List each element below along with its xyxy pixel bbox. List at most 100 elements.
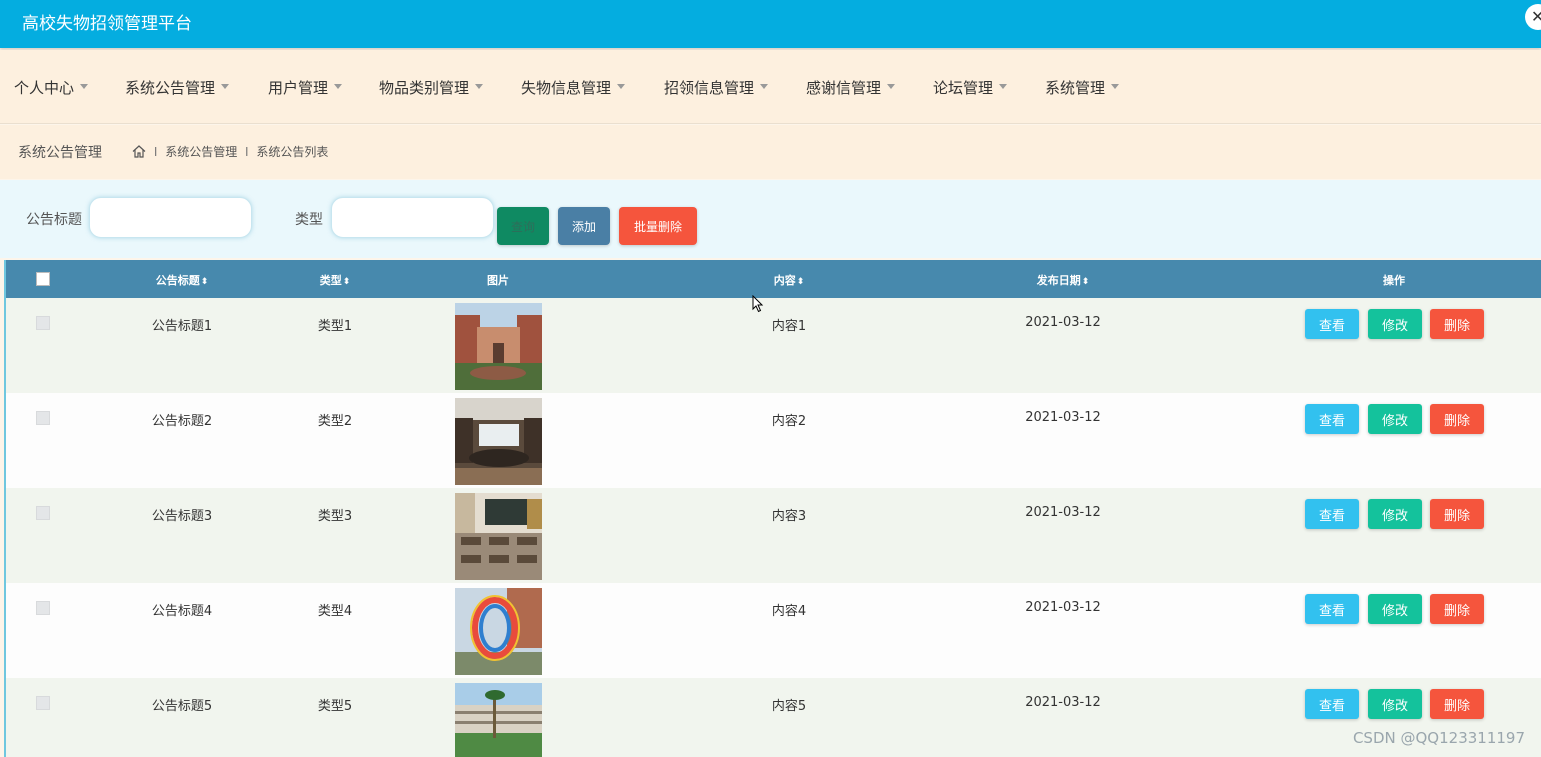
- cell-type: 类型4: [317, 604, 353, 619]
- delete-button[interactable]: 删除: [1430, 594, 1484, 624]
- cell-title: 公告标题1: [151, 319, 213, 334]
- chevron-down-icon: [221, 84, 230, 89]
- breadcrumb-item[interactable]: 系统公告管理: [165, 145, 237, 159]
- sort-icon: ⬍: [796, 277, 805, 287]
- cell-type: 类型1: [317, 319, 353, 334]
- nav-item-system[interactable]: 系统管理: [1045, 77, 1120, 98]
- view-button[interactable]: 查看: [1305, 404, 1359, 434]
- view-button[interactable]: 查看: [1305, 499, 1359, 529]
- nav-item-thank-letters[interactable]: 感谢信管理: [806, 77, 896, 98]
- breadcrumb-item: 系统公告列表: [256, 145, 329, 159]
- column-header-image: 图片: [487, 274, 509, 287]
- query-button[interactable]: 查询: [497, 207, 549, 245]
- announcement-image: [455, 398, 542, 485]
- watermark: CSDN @QQ123311197: [1352, 729, 1525, 747]
- cell-title: 公告标题3: [151, 509, 213, 524]
- breadcrumb: I 系统公告管理 I 系统公告列表: [132, 143, 328, 161]
- row-checkbox[interactable]: [36, 316, 50, 330]
- batch-delete-button[interactable]: 批量删除: [619, 207, 697, 245]
- mouse-cursor-icon: [752, 294, 764, 317]
- title-search-input[interactable]: [89, 197, 252, 238]
- cell-title: 公告标题4: [151, 604, 213, 619]
- nav-item-users[interactable]: 用户管理: [268, 77, 343, 98]
- chevron-down-icon: [999, 84, 1008, 89]
- table-row: 公告标题4 类型4 内容4 2021-03-12 查看 修改 删除: [6, 583, 1541, 678]
- breadcrumb-bar: 系统公告管理 I 系统公告管理 I 系统公告列表: [0, 125, 1541, 179]
- view-button[interactable]: 查看: [1305, 594, 1359, 624]
- view-button[interactable]: 查看: [1305, 309, 1359, 339]
- cell-content: 内容1: [771, 319, 807, 334]
- edit-button[interactable]: 修改: [1368, 689, 1422, 719]
- select-all-checkbox[interactable]: [36, 272, 50, 286]
- title-search-label: 公告标题: [26, 212, 82, 228]
- page-title: 系统公告管理: [18, 145, 102, 161]
- cell-date: 2021-03-12: [1025, 600, 1101, 615]
- chevron-down-icon: [475, 84, 484, 89]
- announcement-image: [455, 588, 542, 675]
- nav-item-lost-items[interactable]: 失物信息管理: [521, 77, 626, 98]
- chevron-down-icon: [887, 84, 896, 89]
- delete-button[interactable]: 删除: [1430, 689, 1484, 719]
- delete-button[interactable]: 删除: [1430, 404, 1484, 434]
- table-row: 公告标题5 类型5 内容5 2021-03-12 查看 修改 删除: [6, 678, 1541, 757]
- row-checkbox[interactable]: [36, 601, 50, 615]
- table-row: 公告标题2 类型2 内容2 2021-03-12 查看 修改 删除: [6, 393, 1541, 488]
- cell-date: 2021-03-12: [1025, 315, 1101, 330]
- cell-content: 内容5: [771, 699, 807, 714]
- chevron-down-icon: [617, 84, 626, 89]
- app-title: 高校失物招领管理平台: [22, 14, 192, 34]
- chevron-down-icon: [1111, 84, 1120, 89]
- delete-button[interactable]: 删除: [1430, 309, 1484, 339]
- sort-icon: ⬍: [200, 277, 209, 287]
- cell-date: 2021-03-12: [1025, 410, 1101, 425]
- nav-item-announcements[interactable]: 系统公告管理: [125, 77, 230, 98]
- announcement-image: [455, 683, 542, 757]
- row-checkbox[interactable]: [36, 411, 50, 425]
- cell-content: 内容3: [771, 509, 807, 524]
- announcement-image: [455, 493, 542, 580]
- column-header-content[interactable]: 内容⬍: [774, 272, 805, 288]
- edit-button[interactable]: 修改: [1368, 404, 1422, 434]
- cell-title: 公告标题5: [151, 699, 213, 714]
- column-header-actions: 操作: [1383, 274, 1405, 287]
- app-header: 高校失物招领管理平台 ✕: [0, 0, 1541, 48]
- sort-icon: ⬍: [1081, 277, 1090, 287]
- cell-content: 内容4: [771, 604, 807, 619]
- table-row: 公告标题1 类型1 内容1 2021-03-12 查看 修改 删除: [6, 298, 1541, 393]
- nav-item-personal-center[interactable]: 个人中心: [14, 77, 89, 98]
- cell-type: 类型3: [317, 509, 353, 524]
- announcement-table: 公告标题⬍ 类型⬍ 图片 内容⬍ 发布日期⬍ 操作 公告标题1 类型1 内容1 …: [4, 260, 1541, 757]
- column-header-title[interactable]: 公告标题⬍: [156, 272, 209, 288]
- view-button[interactable]: 查看: [1305, 689, 1359, 719]
- search-bar: 公告标题 类型 查询 添加 批量删除: [0, 180, 1541, 258]
- nav-item-found-items[interactable]: 招领信息管理: [664, 77, 769, 98]
- nav-item-forum[interactable]: 论坛管理: [933, 77, 1008, 98]
- type-search-input[interactable]: [331, 197, 494, 238]
- row-checkbox[interactable]: [36, 506, 50, 520]
- cell-date: 2021-03-12: [1025, 695, 1101, 710]
- table-header: 公告标题⬍ 类型⬍ 图片 内容⬍ 发布日期⬍ 操作: [6, 260, 1541, 298]
- chevron-down-icon: [334, 84, 343, 89]
- edit-button[interactable]: 修改: [1368, 309, 1422, 339]
- nav-item-categories[interactable]: 物品类别管理: [379, 77, 484, 98]
- cell-date: 2021-03-12: [1025, 505, 1101, 520]
- announcement-image: [455, 303, 542, 390]
- table-row: 公告标题3 类型3 内容3 2021-03-12 查看 修改 删除: [6, 488, 1541, 583]
- column-header-type[interactable]: 类型⬍: [320, 272, 351, 288]
- cell-title: 公告标题2: [151, 414, 213, 429]
- cell-type: 类型2: [317, 414, 353, 429]
- row-checkbox[interactable]: [36, 696, 50, 710]
- type-search-label: 类型: [295, 212, 323, 228]
- sort-icon: ⬍: [342, 277, 351, 287]
- close-icon[interactable]: ✕: [1525, 4, 1541, 30]
- column-header-date[interactable]: 发布日期⬍: [1037, 272, 1090, 288]
- main-nav: 个人中心 系统公告管理 用户管理 物品类别管理 失物信息管理 招领信息管理 感谢…: [0, 50, 1541, 124]
- chevron-down-icon: [80, 84, 89, 89]
- edit-button[interactable]: 修改: [1368, 499, 1422, 529]
- edit-button[interactable]: 修改: [1368, 594, 1422, 624]
- delete-button[interactable]: 删除: [1430, 499, 1484, 529]
- home-icon[interactable]: [132, 145, 146, 161]
- cell-content: 内容2: [771, 414, 807, 429]
- add-button[interactable]: 添加: [558, 207, 610, 245]
- chevron-down-icon: [760, 84, 769, 89]
